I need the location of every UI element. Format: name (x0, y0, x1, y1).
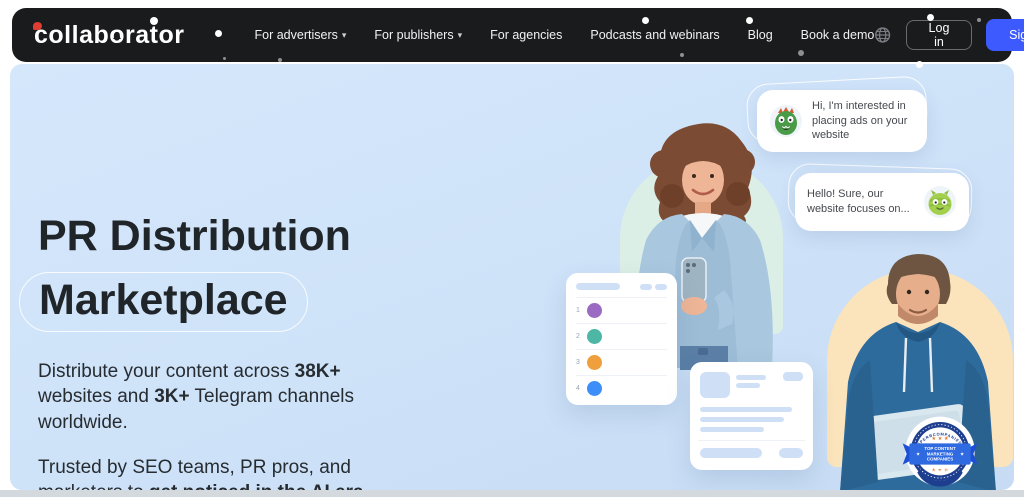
color-dot (587, 303, 602, 318)
hero-trust-line: Trusted by SEO teams, PR pros, and marke… (38, 457, 369, 490)
hero-description: Distribute your content across 38K+ webs… (38, 361, 354, 433)
nav-item-blog[interactable]: Blog (748, 28, 773, 42)
page-title: PR Distribution Marketplace (19, 214, 351, 332)
svg-text:COMPANIES: COMPANIES (927, 457, 953, 462)
color-dot (587, 355, 602, 370)
list-item: 1 (576, 297, 667, 323)
skeleton-chip (655, 283, 667, 290)
rank-number: 4 (576, 385, 580, 392)
chat-message-text: Hello! Sure, our website focuses on... (807, 188, 910, 215)
nav-item-for-agencies[interactable]: For agencies (490, 28, 562, 42)
chevron-down-icon: ▾ (457, 29, 463, 40)
language-globe-icon[interactable] (874, 26, 891, 44)
next-section-edge (0, 490, 1024, 497)
avatar-placeholder (700, 372, 730, 398)
skeleton-button (700, 448, 762, 458)
list-item: 4 (576, 375, 667, 401)
nav-item-book-a-demo[interactable]: Book a demo (801, 28, 875, 42)
skeleton-bar (736, 383, 760, 388)
skeleton-bar (700, 417, 784, 422)
ranking-list-card: 1 2 3 4 (566, 273, 677, 405)
rank-number: 1 (576, 307, 580, 314)
profile-card (690, 362, 813, 470)
nav-menu: For advertisers ▾ For publishers ▾ For age… (255, 28, 875, 42)
svg-text:MARKETING: MARKETING (927, 451, 954, 456)
chat-bubble-publisher: Hello! Sure, our website focuses on... (795, 173, 969, 231)
svg-text:★ ★ ★: ★ ★ ★ (931, 436, 949, 442)
list-item: 3 (576, 349, 667, 375)
chat-bubble-advertiser: Hi, I'm interested in placing ads on you… (757, 90, 927, 152)
chevron-down-icon: ▾ (341, 29, 347, 40)
rank-number: 2 (576, 333, 580, 340)
top-navbar: collabo rator For advertisers ▾ For publis… (12, 8, 1024, 68)
svg-text:★: ★ (960, 451, 964, 456)
svg-text:TOP CONTENT: TOP CONTENT (924, 446, 956, 451)
skeleton-bar (700, 427, 764, 432)
nav-item-for-publishers[interactable]: For publishers ▾ (374, 28, 462, 42)
skeleton-bar (700, 407, 792, 412)
list-item: 2 (576, 323, 667, 349)
skeleton-bar (736, 375, 766, 380)
skeleton-button (779, 448, 803, 458)
logo-accent-dot (33, 21, 42, 30)
nav-item-for-advertisers[interactable]: For advertisers ▾ (255, 28, 347, 42)
green-monster-avatar-icon (770, 104, 802, 137)
nav-item-podcasts-webinars[interactable]: Podcasts and webinars (590, 28, 719, 42)
title-outline-pill: Marketplace (19, 271, 308, 332)
rank-number: 3 (576, 359, 580, 366)
color-dot (587, 329, 602, 344)
logo-pin-icon (113, 33, 122, 40)
skeleton-chip (783, 372, 803, 381)
signup-button-top[interactable]: Sign up (986, 19, 1024, 51)
light-green-monster-avatar-icon (924, 186, 956, 218)
login-button[interactable]: Log in (905, 20, 973, 50)
svg-text:★: ★ (916, 451, 920, 456)
collaborator-logo[interactable]: collabo rator (33, 21, 185, 50)
chat-message-text: Hi, I'm interested in placing ads on you… (812, 100, 908, 142)
hero-section: Hi, I'm interested in placing ads on you… (10, 64, 1014, 490)
skeleton-chip (640, 283, 652, 290)
skeleton-bar (576, 283, 620, 290)
top-content-marketing-award-badge: SUPERBCOMPANIES.COM ★ ★ ★ ★ ★ TOP CONTEN… (898, 410, 978, 487)
color-dot (587, 381, 602, 396)
